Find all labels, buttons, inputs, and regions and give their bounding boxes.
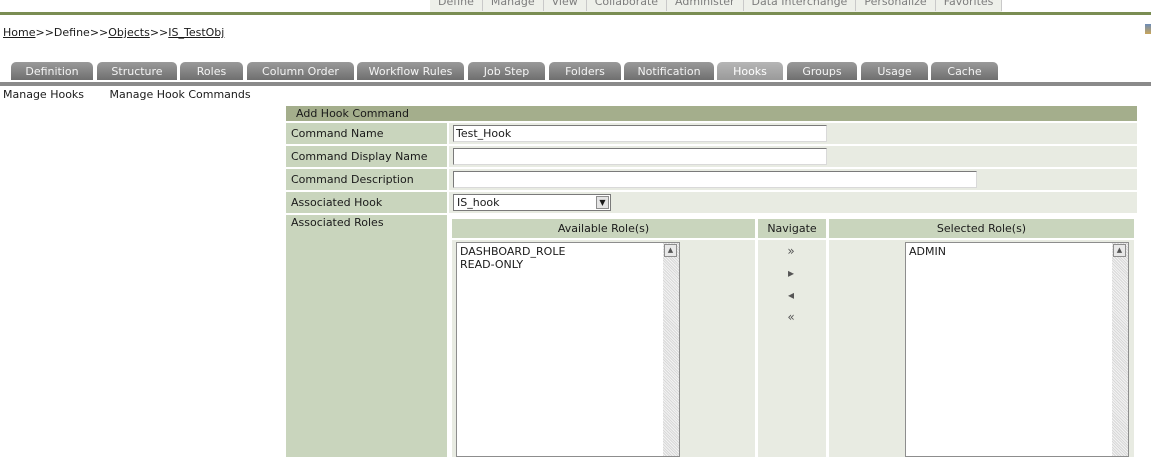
tab-notification[interactable]: Notification xyxy=(624,62,714,80)
display-name-input[interactable] xyxy=(453,148,827,165)
tab-definition[interactable]: Definition xyxy=(11,62,93,80)
breadcrumb-separator: >> xyxy=(35,26,54,39)
command-name-input[interactable]: Test_Hook xyxy=(453,125,827,142)
double-chevron-right-icon: » xyxy=(787,244,795,258)
menu-manage[interactable]: Manage xyxy=(483,0,544,11)
menu-define[interactable]: Define xyxy=(430,0,483,11)
chevron-right-icon: ▸ xyxy=(787,266,795,280)
selected-roles-list[interactable]: ADMIN ▲ xyxy=(905,242,1129,457)
breadcrumb-separator: >> xyxy=(149,26,169,39)
available-roles-header: Available Role(s) xyxy=(452,219,755,238)
tab-roles[interactable]: Roles xyxy=(180,62,243,80)
form-title: Add Hook Command xyxy=(296,107,409,120)
form-title-bar: Add Hook Command xyxy=(286,106,1137,121)
navigate-header: Navigate xyxy=(758,219,826,238)
sub-navigation: Manage Hooks Manage Hook Commands xyxy=(3,88,273,102)
list-item[interactable]: READ-ONLY xyxy=(457,258,679,271)
description-label: Command Description xyxy=(286,169,447,190)
roles-label: Associated Roles xyxy=(286,215,447,457)
command-name-label: Command Name xyxy=(286,123,447,144)
associated-hook-value: IS_hook xyxy=(457,196,500,209)
scroll-up-icon[interactable]: ▲ xyxy=(1113,244,1126,257)
tab-cache[interactable]: Cache xyxy=(931,62,998,80)
selected-roles-scrollbar[interactable]: ▲ xyxy=(1112,243,1128,456)
top-menu: Define Manage View Collaborate Administe… xyxy=(430,0,1003,12)
hook-label: Associated Hook xyxy=(286,192,447,213)
chevron-down-icon[interactable]: ▼ xyxy=(596,196,609,209)
tab-column-order[interactable]: Column Order xyxy=(247,62,354,80)
available-roles-list[interactable]: DASHBOARD_ROLE READ-ONLY ▲ xyxy=(456,242,680,457)
window-icon[interactable] xyxy=(1145,24,1151,34)
menu-personalize[interactable]: Personalize xyxy=(856,0,936,11)
tab-usage[interactable]: Usage xyxy=(861,62,928,80)
tab-bar: Definition Structure Roles Column Order … xyxy=(0,58,1151,86)
tab-structure[interactable]: Structure xyxy=(97,62,177,80)
chevron-left-icon: ◂ xyxy=(787,288,795,302)
associated-hook-select[interactable]: IS_hook ▼ xyxy=(453,194,611,211)
manage-hooks-link[interactable]: Manage Hooks xyxy=(3,88,84,101)
move-all-left-button[interactable]: « xyxy=(784,310,798,324)
breadcrumb-define: Define xyxy=(53,26,90,39)
breadcrumb-home-link[interactable]: Home xyxy=(3,26,35,39)
available-roles-scrollbar[interactable]: ▲ xyxy=(663,243,679,456)
menu-collaborate[interactable]: Collaborate xyxy=(587,0,668,11)
display-name-label: Command Display Name xyxy=(286,146,447,167)
list-item[interactable]: ADMIN xyxy=(906,245,1128,258)
description-input[interactable] xyxy=(453,171,977,188)
tab-hooks[interactable]: Hooks xyxy=(717,62,783,80)
tab-groups[interactable]: Groups xyxy=(787,62,857,80)
list-item[interactable]: DASHBOARD_ROLE xyxy=(457,245,679,258)
manage-hook-commands-link[interactable]: Manage Hook Commands xyxy=(110,88,251,101)
top-menu-bar: Define Manage View Collaborate Administe… xyxy=(0,0,1151,15)
move-left-button[interactable]: ◂ xyxy=(784,288,798,302)
tab-job-step[interactable]: Job Step xyxy=(468,62,545,80)
move-all-right-button[interactable]: » xyxy=(784,244,798,258)
tab-folders[interactable]: Folders xyxy=(549,62,621,80)
breadcrumb-current-link[interactable]: IS_TestObj xyxy=(168,26,224,39)
tab-workflow-rules[interactable]: Workflow Rules xyxy=(357,62,464,80)
double-chevron-left-icon: « xyxy=(787,310,795,324)
breadcrumb-separator: >> xyxy=(89,26,109,39)
selected-roles-header: Selected Role(s) xyxy=(829,219,1134,238)
breadcrumb: Home>>Define>>Objects>>IS_TestObj xyxy=(3,25,224,41)
roles-label-text: Associated Roles xyxy=(291,216,384,229)
menu-view[interactable]: View xyxy=(544,0,587,11)
breadcrumb-objects-link[interactable]: Objects xyxy=(108,26,150,39)
menu-administer[interactable]: Administer xyxy=(667,0,744,11)
menu-favorites[interactable]: Favorites xyxy=(936,0,1003,11)
menu-data-interchange[interactable]: Data Interchange xyxy=(744,0,857,11)
move-right-button[interactable]: ▸ xyxy=(784,266,798,280)
scroll-up-icon[interactable]: ▲ xyxy=(664,244,677,257)
